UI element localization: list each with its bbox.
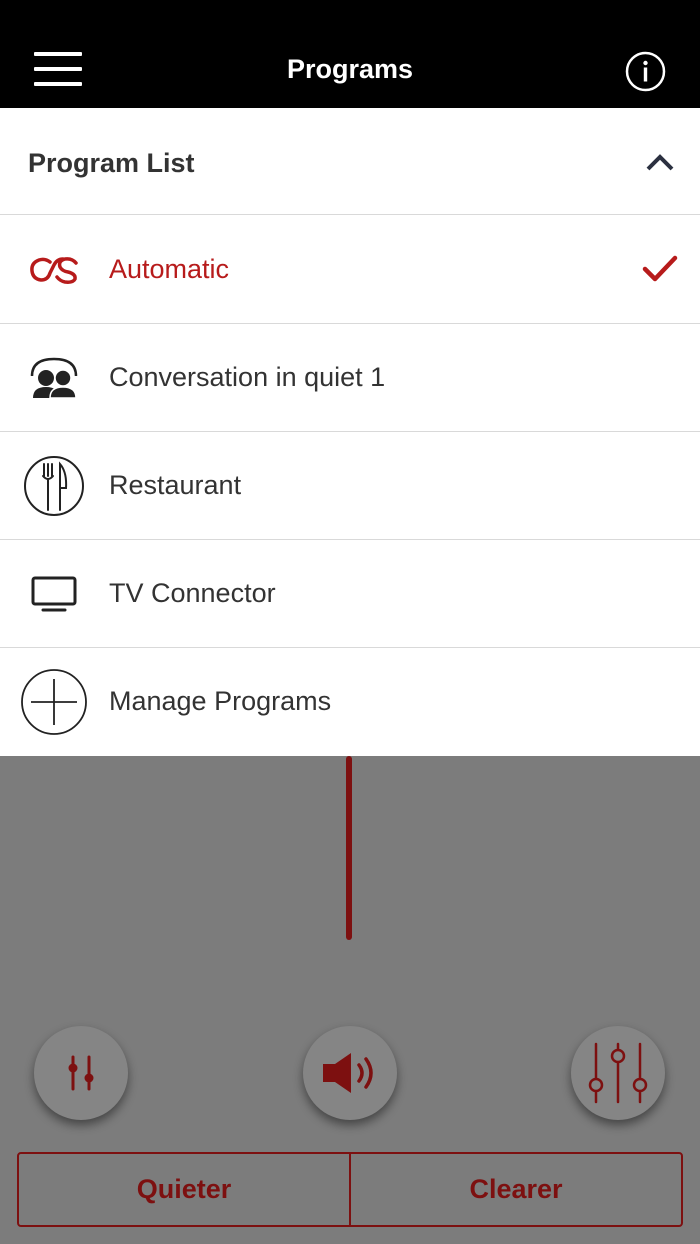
quieter-button[interactable]: Quieter: [19, 1154, 349, 1225]
program-item-label: Automatic: [109, 254, 230, 284]
program-item-manage-programs[interactable]: Manage Programs: [0, 648, 700, 756]
info-icon[interactable]: [625, 51, 666, 92]
program-item-label: Restaurant: [109, 470, 242, 500]
program-item-label: TV Connector: [109, 578, 276, 608]
chevron-up-icon[interactable]: [645, 152, 675, 172]
plus-icon: [20, 668, 88, 736]
bottom-button-group: Quieter Clearer: [17, 1152, 683, 1227]
program-item-automatic[interactable]: Automatic: [0, 216, 700, 324]
restaurant-icon: [20, 452, 88, 520]
program-item-restaurant[interactable]: Restaurant: [0, 432, 700, 540]
checkmark-icon: [642, 255, 678, 282]
speaker-volume-icon: [323, 1053, 373, 1093]
program-list-title: Program List: [28, 148, 195, 178]
clearer-button[interactable]: Clearer: [349, 1154, 681, 1225]
adjust-button[interactable]: [34, 1026, 128, 1120]
tv-icon: [20, 560, 88, 628]
program-list-header[interactable]: Program List: [0, 108, 700, 215]
program-indicator-line: [346, 756, 352, 940]
equalizer-button[interactable]: [571, 1026, 665, 1120]
program-item-label: Conversation in quiet 1: [109, 362, 386, 392]
program-item-conversation[interactable]: Conversation in quiet 1: [0, 324, 700, 432]
conversation-icon: [20, 344, 88, 412]
program-item-tv-connector[interactable]: TV Connector: [0, 540, 700, 648]
page-title: Programs: [286, 54, 414, 84]
volume-button[interactable]: [303, 1026, 397, 1120]
equalizer-icon: [588, 1042, 648, 1104]
program-list-panel: Program List Automatic Conversation in q…: [0, 108, 700, 756]
top-bar: Programs: [0, 0, 700, 108]
adjust-sliders-icon: [68, 1055, 94, 1091]
program-item-label: Manage Programs: [109, 686, 332, 716]
automatic-icon: [20, 236, 88, 304]
